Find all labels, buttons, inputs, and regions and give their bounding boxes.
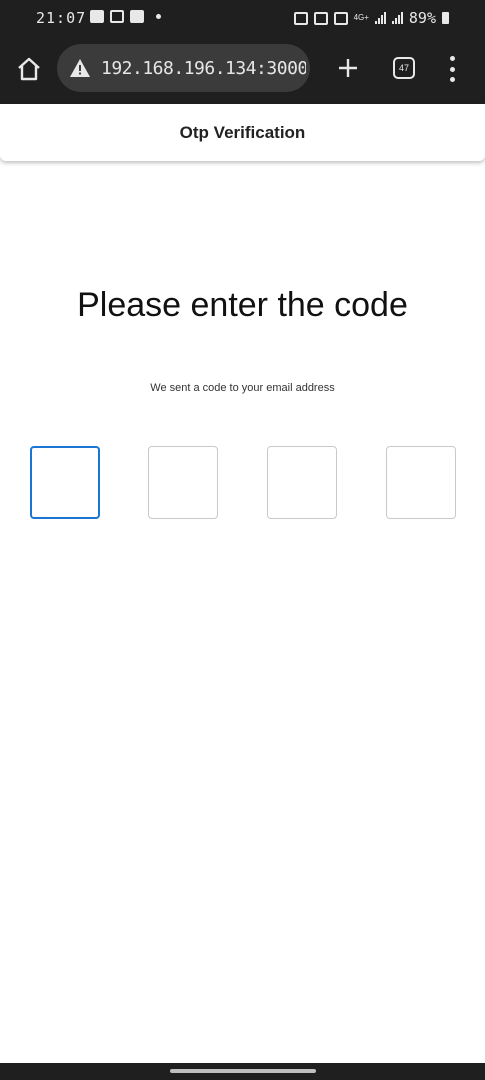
home-gesture-handle[interactable] bbox=[170, 1069, 316, 1073]
gallery-icon bbox=[90, 10, 104, 23]
alarm-lock-icon bbox=[293, 11, 308, 25]
home-icon[interactable] bbox=[16, 56, 42, 82]
otp-digit-4[interactable] bbox=[386, 446, 456, 519]
page-title: Otp Verification bbox=[179, 122, 306, 142]
signal-icon-2 bbox=[391, 12, 403, 24]
otp-digit-3[interactable] bbox=[267, 446, 337, 519]
otp-digit-2[interactable] bbox=[148, 446, 218, 519]
plus-icon[interactable] bbox=[336, 56, 360, 80]
browser-toolbar: 192.168.196.134:3000, 47 bbox=[0, 36, 485, 104]
battery-percent: 89% bbox=[408, 9, 436, 27]
otp-subtext: We sent a code to your email address bbox=[150, 382, 335, 394]
gesture-navigation-bar bbox=[0, 1063, 485, 1080]
more-vert-icon[interactable] bbox=[447, 56, 457, 82]
otp-digit-1[interactable] bbox=[30, 446, 100, 519]
battery-icon bbox=[442, 12, 449, 24]
app-notification-icon bbox=[130, 10, 144, 23]
missed-call-icon bbox=[110, 10, 124, 23]
network-type-label: 4G+ bbox=[353, 13, 369, 22]
tabs-button[interactable]: 47 bbox=[393, 57, 415, 79]
warning-icon[interactable] bbox=[69, 57, 91, 79]
url-text: 192.168.196.134:3000, bbox=[101, 58, 306, 79]
hotspot-icon bbox=[333, 11, 348, 25]
notification-icons bbox=[90, 10, 161, 23]
status-time: 21:07 bbox=[36, 9, 87, 27]
signal-icon-1 bbox=[374, 12, 386, 24]
app-bar: Otp Verification bbox=[0, 104, 485, 161]
address-bar[interactable]: 192.168.196.134:3000, bbox=[57, 44, 310, 92]
alarm-icon bbox=[313, 11, 328, 25]
more-notifications-dot-icon bbox=[156, 14, 161, 19]
otp-heading: Please enter the code bbox=[77, 286, 408, 324]
tab-count: 47 bbox=[398, 63, 409, 73]
status-bar: 21:07 4G+ 89% bbox=[0, 0, 485, 36]
system-icons: 4G+ 89% bbox=[293, 9, 449, 27]
